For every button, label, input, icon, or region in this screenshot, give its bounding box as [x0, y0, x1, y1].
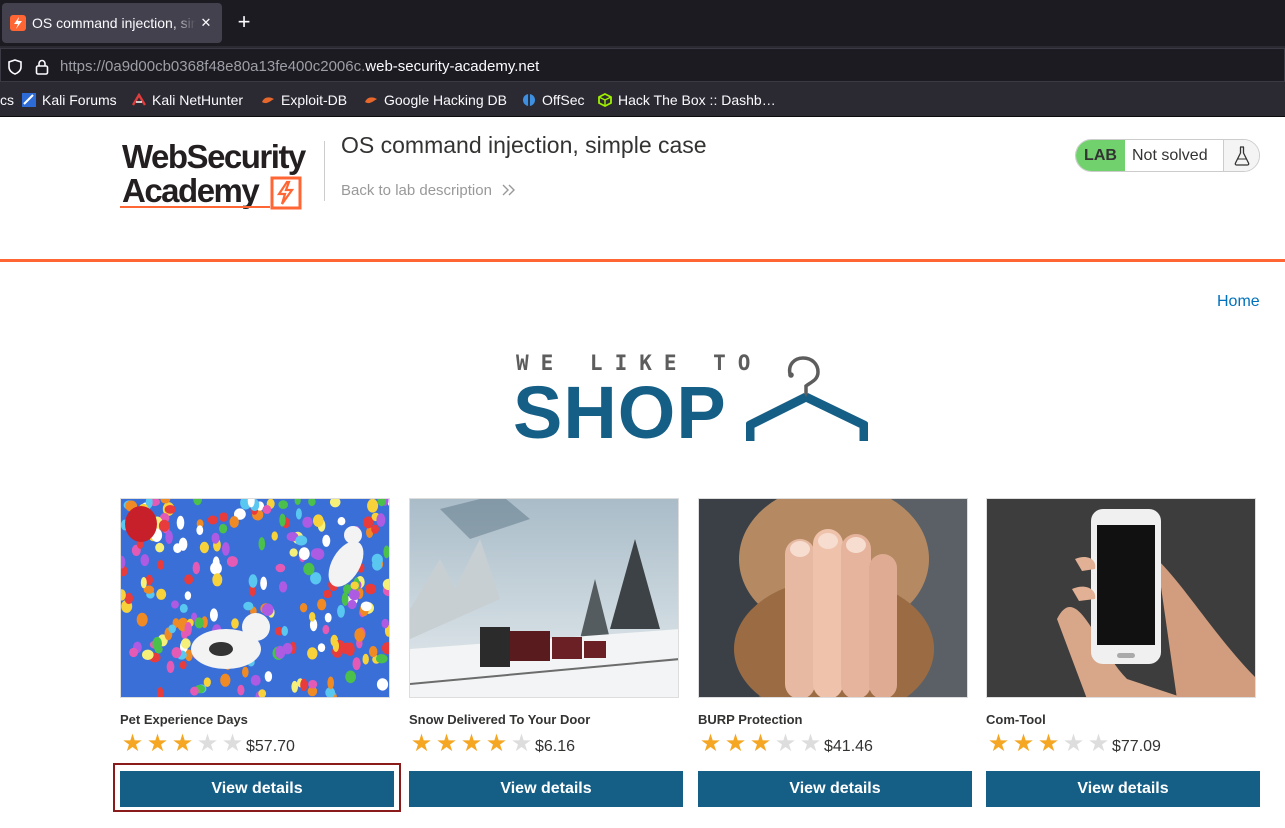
- star-filled-icon: ★: [171, 730, 194, 757]
- exploit-db-icon: [261, 93, 275, 107]
- view-details-button[interactable]: View details: [698, 771, 972, 807]
- star-filled-icon: ★: [987, 730, 1010, 757]
- logo-line1: WebSecurity: [122, 138, 306, 175]
- web-security-academy-logo[interactable]: WebSecurity Academy: [120, 139, 322, 211]
- ghdb-icon: [364, 93, 378, 107]
- star-filled-icon: ★: [1037, 730, 1060, 757]
- lab-header: WebSecurity Academy OS command injection…: [0, 117, 1285, 262]
- bookmark-label: Hack The Box :: Dashb…: [618, 92, 776, 108]
- lab-title: OS command injection, simple case: [341, 132, 707, 158]
- url-domain: web-security-academy.net: [365, 58, 540, 75]
- lab-status-widget: LAB Not solved: [1075, 139, 1260, 172]
- bookmark-item[interactable]: OffSec: [522, 92, 585, 108]
- product-price: $41.46: [824, 738, 873, 755]
- star-empty-icon: ★: [196, 730, 219, 757]
- shop-banner: WE LIKE TO SHOP: [513, 350, 868, 450]
- star-empty-icon: ★: [1087, 730, 1110, 757]
- bookmark-label: Google Hacking DB: [384, 92, 507, 108]
- lab-status-badge: LAB: [1076, 140, 1125, 171]
- bookmark-item[interactable]: Kali Forums: [22, 92, 117, 108]
- browser-urlbar: https://0a9d00cb0368f48e80a13fe400c2006c…: [0, 46, 1285, 82]
- banner-title: SHOP: [513, 371, 727, 454]
- star-filled-icon: ★: [724, 730, 747, 757]
- star-filled-icon: ★: [749, 730, 772, 757]
- product-image[interactable]: [409, 498, 679, 698]
- url-text: https://0a9d00cb0368f48e80a13fe400c2006c…: [60, 58, 539, 75]
- htb-icon: [598, 92, 612, 108]
- product-price: $57.70: [246, 738, 295, 755]
- star-empty-icon: ★: [221, 730, 244, 757]
- clothes-hanger-icon: [746, 356, 868, 441]
- url-field[interactable]: https://0a9d00cb0368f48e80a13fe400c2006c…: [0, 48, 1285, 82]
- product-card: Com-Tool ★ ★ ★ ★ ★ $77.09 View details: [986, 498, 1260, 818]
- product-image[interactable]: [986, 498, 1256, 698]
- star-rating: ★ ★ ★ ★ ★: [986, 732, 1111, 756]
- flask-icon: [1223, 140, 1259, 171]
- logo-underline: [120, 206, 270, 208]
- bookmark-label: Exploit-DB: [281, 92, 348, 108]
- double-chevron-right-icon: [502, 184, 516, 196]
- browser-tab-active[interactable]: OS command injection, simple case ✕: [2, 3, 222, 43]
- bookmark-label: Kali NetHunter: [152, 92, 244, 108]
- star-filled-icon: ★: [410, 730, 433, 757]
- bookmark-label: OffSec: [542, 92, 585, 108]
- bookmark-label: Kali Forums: [42, 92, 117, 108]
- bookmark-item[interactable]: Hack The Box :: Dashb…: [598, 92, 776, 108]
- star-filled-icon: ★: [146, 730, 169, 757]
- star-empty-icon: ★: [799, 730, 822, 757]
- tracking-shield-icon[interactable]: [7, 59, 23, 80]
- star-empty-icon: ★: [510, 730, 533, 757]
- star-filled-icon: ★: [699, 730, 722, 757]
- star-rating: ★ ★ ★ ★ ★: [409, 732, 534, 756]
- star-empty-icon: ★: [774, 730, 797, 757]
- back-link-label: Back to lab description: [341, 182, 492, 199]
- tab-close-icon[interactable]: ✕: [198, 15, 214, 31]
- star-rating: ★ ★ ★ ★ ★: [120, 732, 245, 756]
- product-name: Com-Tool: [986, 712, 1046, 727]
- product-card: BURP Protection ★ ★ ★ ★ ★ $41.46 View detail…: [698, 498, 972, 818]
- star-filled-icon: ★: [1012, 730, 1035, 757]
- url-prefix: https://0a9d00cb0368f48e80a13fe400c2006c…: [60, 58, 366, 75]
- bookmark-label: cs: [0, 92, 14, 108]
- focus-highlight: [113, 763, 401, 812]
- new-tab-icon[interactable]: +: [234, 11, 254, 33]
- view-details-button[interactable]: View details: [409, 771, 683, 807]
- star-filled-icon: ★: [460, 730, 483, 757]
- product-price: $6.16: [535, 738, 576, 755]
- bookmark-item[interactable]: Google Hacking DB: [364, 92, 507, 108]
- back-to-lab-description-link[interactable]: Back to lab description: [341, 182, 516, 199]
- logo-bolt-icon: [270, 176, 302, 210]
- nav-home-link[interactable]: Home: [1217, 293, 1260, 311]
- bookmark-item[interactable]: Exploit-DB: [261, 92, 347, 108]
- header-divider: [324, 141, 325, 201]
- product-name: Pet Experience Days: [120, 712, 248, 727]
- view-details-button[interactable]: View details: [986, 771, 1260, 807]
- lab-status-text: Not solved: [1132, 147, 1208, 164]
- tab-title: OS command injection, simple case: [32, 15, 196, 31]
- kali-nethunter-icon: [131, 92, 147, 107]
- bookmark-item[interactable]: cs: [0, 92, 14, 108]
- star-filled-icon: ★: [485, 730, 508, 757]
- star-empty-icon: ★: [1062, 730, 1085, 757]
- product-image[interactable]: [698, 498, 968, 698]
- lab-favicon-icon: [10, 15, 26, 31]
- star-rating: ★ ★ ★ ★ ★: [698, 732, 823, 756]
- bookmark-item[interactable]: Kali NetHunter: [131, 92, 244, 108]
- kali-forums-icon: [22, 93, 36, 107]
- bookmarks-toolbar: cs Kali Forums Kali NetHunter Exploit-DB…: [0, 82, 1285, 117]
- star-filled-icon: ★: [435, 730, 458, 757]
- star-filled-icon: ★: [121, 730, 144, 757]
- browser-tabbar: OS command injection, simple case ✕ +: [0, 0, 1285, 46]
- lock-icon[interactable]: [35, 59, 49, 80]
- product-price: $77.09: [1112, 738, 1161, 755]
- product-image[interactable]: [120, 498, 390, 698]
- product-name: Snow Delivered To Your Door: [409, 712, 591, 727]
- product-name: BURP Protection: [698, 712, 803, 727]
- product-card: Snow Delivered To Your Door ★ ★ ★ ★ ★ $6.16 …: [409, 498, 683, 818]
- logo-line2: Academy: [122, 172, 260, 209]
- offsec-icon: [522, 93, 536, 107]
